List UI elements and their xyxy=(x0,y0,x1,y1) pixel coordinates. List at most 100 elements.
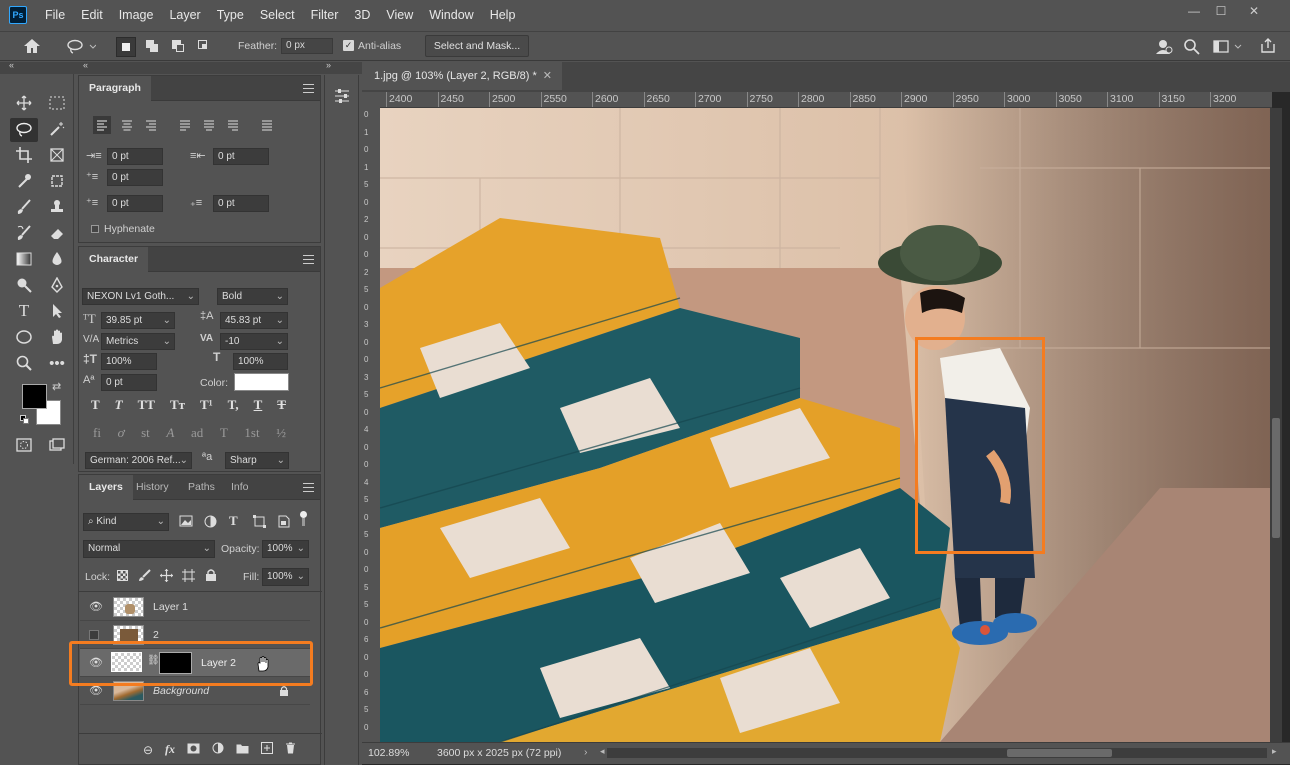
menu-edit[interactable]: Edit xyxy=(73,0,111,30)
clone-stamp-icon[interactable] xyxy=(46,196,68,218)
minimize-button[interactable]: — xyxy=(1180,4,1208,20)
zoom-level[interactable]: 102.89% xyxy=(368,747,409,759)
screen-mode-icon[interactable] xyxy=(46,434,68,456)
new-layer-icon[interactable] xyxy=(261,742,273,757)
tab-history[interactable]: History xyxy=(126,475,179,500)
filter-pixel-icon[interactable] xyxy=(179,515,193,527)
faux-italic-button[interactable]: T xyxy=(115,397,123,415)
eyedropper-icon[interactable] xyxy=(13,170,35,192)
lock-transparent-icon[interactable] xyxy=(117,570,128,581)
justify-last-center-button[interactable] xyxy=(200,116,218,134)
spot-healing-icon[interactable] xyxy=(46,170,68,192)
layer-name[interactable]: Background xyxy=(153,685,209,697)
font-size-input[interactable]: 39.85 pt ⌄ xyxy=(101,312,175,329)
delete-layer-icon[interactable] xyxy=(285,742,296,757)
tab-info[interactable]: Info xyxy=(221,475,259,500)
align-right-button[interactable] xyxy=(142,116,160,134)
eraser-icon[interactable] xyxy=(46,222,68,244)
feather-input[interactable]: 0 px xyxy=(281,38,333,54)
font-style-select[interactable]: Bold ⌄ xyxy=(217,288,288,305)
vertical-scale-input[interactable]: 100% xyxy=(101,353,157,370)
menu-select[interactable]: Select xyxy=(252,0,303,30)
filter-toggle-icon[interactable] xyxy=(300,511,308,529)
space-after-input[interactable]: 0 pt xyxy=(213,195,269,212)
path-selection-icon[interactable] xyxy=(46,300,68,322)
tab-paths[interactable]: Paths xyxy=(178,475,225,500)
antialias-checkbox[interactable]: ✓ xyxy=(343,40,354,51)
horizontal-scale-input[interactable]: 100% xyxy=(233,353,288,370)
layer-name[interactable]: 2 xyxy=(153,629,159,641)
pen-tool-icon[interactable] xyxy=(46,274,68,296)
expand-panels-icon[interactable]: » xyxy=(326,60,331,70)
blend-mode-select[interactable]: Normal ⌄ xyxy=(83,540,215,558)
default-colors-icon[interactable] xyxy=(20,415,29,424)
hyphenate-checkbox[interactable] xyxy=(91,225,99,233)
menu-filter[interactable]: Filter xyxy=(303,0,347,30)
vertical-scroll-thumb[interactable] xyxy=(1272,418,1280,538)
justify-all-button[interactable] xyxy=(258,116,276,134)
brush-tool-icon[interactable] xyxy=(13,196,35,218)
adjustment-layer-icon[interactable] xyxy=(212,742,224,757)
indent-left-input[interactable]: 0 pt xyxy=(107,148,163,165)
layer-filter-select[interactable]: ⌕ Kind ⌄ xyxy=(83,513,169,531)
indent-first-line-input[interactable]: 0 pt xyxy=(107,169,163,186)
justify-last-right-button[interactable] xyxy=(224,116,242,134)
close-document-icon[interactable]: ✕ xyxy=(543,62,552,90)
magic-wand-icon[interactable] xyxy=(46,118,68,140)
faux-bold-button[interactable]: T xyxy=(91,397,100,415)
lock-position-icon[interactable] xyxy=(160,569,173,582)
all-caps-button[interactable]: TT xyxy=(138,397,155,415)
add-selection-button[interactable] xyxy=(144,38,160,54)
quick-mask-icon[interactable] xyxy=(13,434,35,456)
filter-type-icon[interactable]: T xyxy=(229,513,238,529)
old-style-button[interactable]: ơ xyxy=(118,425,125,443)
tab-layers[interactable]: Layers xyxy=(79,475,133,500)
move-tool-icon[interactable] xyxy=(13,92,35,114)
contextual-alternates-button[interactable]: T xyxy=(220,425,228,443)
tracking-select[interactable]: -10 ⌄ xyxy=(220,333,288,350)
stylistic-alternates-button[interactable]: st xyxy=(141,425,150,443)
tab-character[interactable]: Character xyxy=(79,247,149,272)
character-menu-icon[interactable] xyxy=(303,255,314,264)
menu-3d[interactable]: 3D xyxy=(346,0,378,30)
lasso-tool-preset-icon[interactable] xyxy=(66,38,97,56)
vertical-scrollbar[interactable] xyxy=(1270,108,1282,742)
fractions-button[interactable]: ½ xyxy=(276,425,286,443)
swap-colors-icon[interactable]: ⇄ xyxy=(52,380,61,393)
layer-name[interactable]: Layer 1 xyxy=(153,601,188,613)
font-family-select[interactable]: NEXON Lv1 Goth... ⌄ xyxy=(82,288,199,305)
subtract-selection-button[interactable] xyxy=(170,38,186,54)
visibility-off-box[interactable] xyxy=(89,630,99,640)
add-mask-icon[interactable] xyxy=(187,743,200,757)
antialias-method-select[interactable]: Sharp ⌄ xyxy=(225,452,289,469)
fill-input[interactable]: 100% ⌄ xyxy=(262,568,309,586)
history-brush-icon[interactable] xyxy=(13,222,35,244)
select-and-mask-button[interactable]: Select and Mask... xyxy=(425,35,529,57)
zoom-tool-icon[interactable] xyxy=(13,352,35,374)
frame-tool-icon[interactable] xyxy=(46,144,68,166)
link-layers-icon[interactable]: ⊖ xyxy=(143,743,153,757)
text-color-swatch[interactable] xyxy=(234,373,289,391)
swash-button[interactable]: A xyxy=(166,425,174,443)
leading-input[interactable]: 45.83 pt ⌄ xyxy=(220,312,288,329)
maximize-button[interactable]: ☐ xyxy=(1207,4,1235,20)
tab-paragraph[interactable]: Paragraph xyxy=(79,76,151,101)
canvas-photo[interactable] xyxy=(380,108,1270,742)
document-tab[interactable]: 1.jpg @ 103% (Layer 2, RGB/8) * ✕ xyxy=(362,62,562,90)
ligatures-button[interactable]: fi xyxy=(93,425,101,443)
horizontal-scroll-thumb[interactable] xyxy=(1007,749,1112,757)
new-group-icon[interactable] xyxy=(236,743,249,757)
baseline-shift-input[interactable]: 0 pt xyxy=(101,374,157,391)
scroll-left-icon[interactable]: ◂ xyxy=(600,746,605,757)
properties-panel-icon[interactable] xyxy=(333,87,351,105)
menu-image[interactable]: Image xyxy=(111,0,162,30)
new-selection-button[interactable] xyxy=(116,37,136,57)
paragraph-menu-icon[interactable] xyxy=(303,84,314,93)
ordinals-button[interactable]: 1st xyxy=(244,425,259,443)
underline-button[interactable]: T xyxy=(254,397,263,415)
subscript-button[interactable]: T, xyxy=(228,397,239,415)
kerning-select[interactable]: Metrics ⌄ xyxy=(101,333,175,350)
menu-file[interactable]: File xyxy=(37,0,73,30)
collapse-toolbar-icon[interactable]: « xyxy=(9,60,14,70)
intersect-selection-button[interactable] xyxy=(196,38,212,54)
